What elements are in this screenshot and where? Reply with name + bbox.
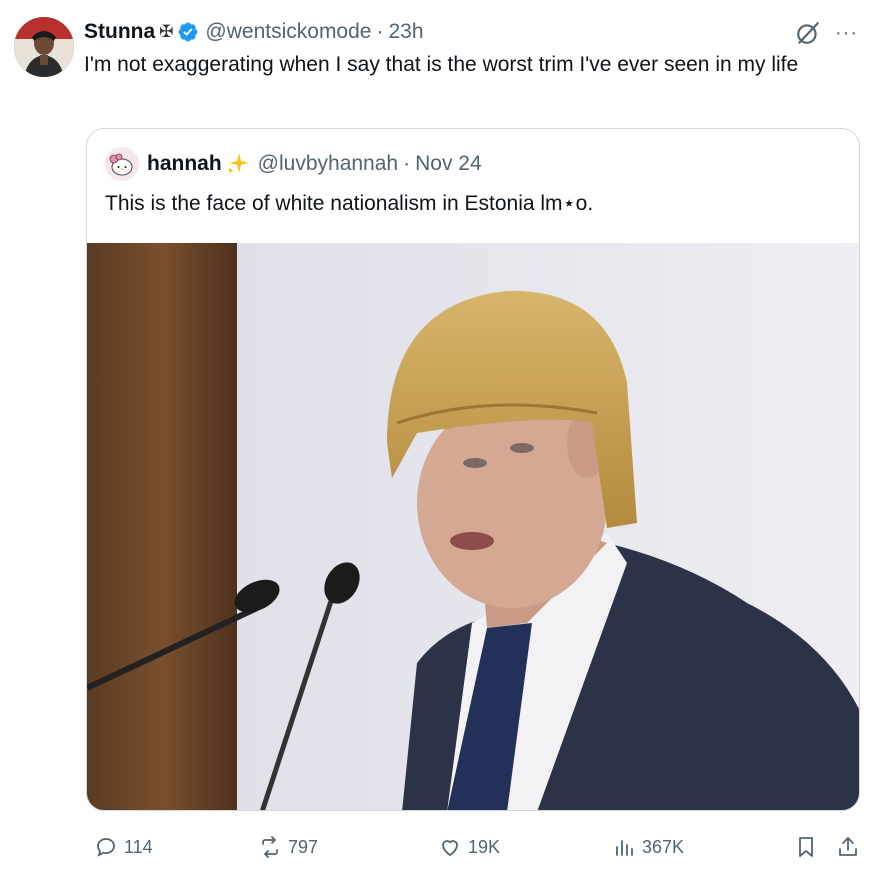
reply-count: 114 (124, 836, 153, 857)
author-name[interactable]: Stunna (84, 20, 155, 44)
tweet-top-actions: ··· (795, 20, 858, 46)
reply-button[interactable]: 114 (94, 830, 153, 864)
bookmark-icon[interactable] (794, 835, 818, 859)
views-button[interactable]: 367K (612, 830, 684, 864)
quoted-separator-dot: · (403, 152, 411, 175)
tweet-header: Stunna ✠ @wentsickomode · 23h (84, 18, 424, 46)
quoted-author-avatar[interactable] (105, 147, 139, 181)
tweet-timestamp[interactable]: 23h (388, 20, 423, 44)
like-count: 19K (468, 836, 501, 857)
grok-icon[interactable] (795, 20, 821, 46)
tweet-text: I'm not exaggerating when I say that is … (84, 53, 799, 76)
tweet-action-bar: 114 797 19K 367K (86, 830, 860, 864)
right-actions (794, 830, 860, 864)
repost-icon (262, 836, 278, 858)
sparkle-icon (226, 153, 249, 174)
quoted-tweet[interactable]: hannah @luvbyhannah · Nov 24 This is the… (86, 128, 860, 811)
repost-button[interactable]: 797 (258, 830, 318, 864)
quoted-tweet-header: hannah @luvbyhannah · Nov 24 (105, 147, 482, 181)
quoted-tweet-text: This is the face of white nationalism in… (105, 192, 594, 215)
name-emoji: ✠ (159, 22, 174, 41)
more-icon[interactable]: ··· (835, 23, 858, 43)
quoted-date[interactable]: Nov 24 (415, 152, 482, 176)
verified-badge-icon (179, 22, 198, 42)
views-count: 367K (642, 836, 685, 857)
author-handle[interactable]: @wentsickomode (205, 20, 371, 44)
like-button[interactable]: 19K (438, 830, 500, 864)
share-icon[interactable] (836, 835, 860, 859)
quoted-author-handle[interactable]: @luvbyhannah (258, 152, 398, 176)
author-avatar[interactable] (14, 17, 74, 77)
quoted-author-name[interactable]: hannah (147, 152, 222, 176)
reply-icon (97, 838, 115, 857)
quoted-tweet-photo[interactable] (87, 243, 860, 811)
separator-dot: · (376, 20, 384, 43)
like-icon (442, 840, 458, 857)
repost-count: 797 (288, 836, 319, 857)
views-icon (616, 840, 633, 856)
